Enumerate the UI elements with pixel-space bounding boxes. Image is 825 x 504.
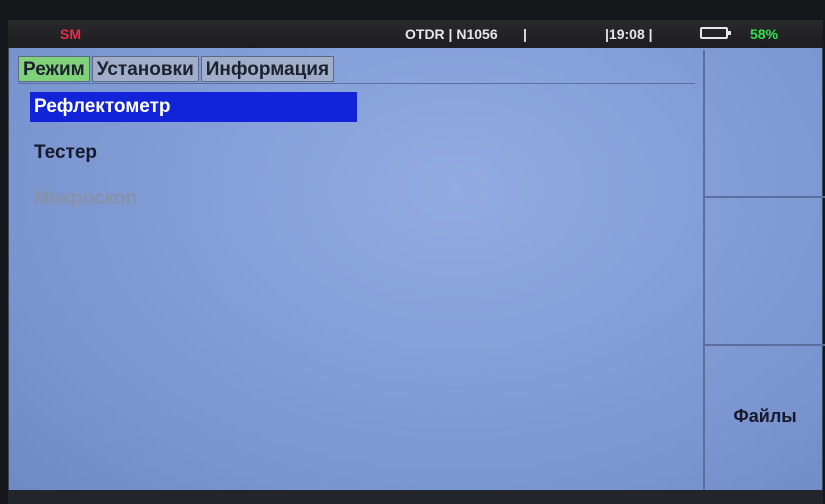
- mode-menu: Рефлектометр Тестер Микроскоп: [30, 92, 360, 230]
- menu-item-reflectometer[interactable]: Рефлектометр: [30, 92, 357, 122]
- clock: |19:08 |: [605, 26, 653, 42]
- tab-divider: [18, 83, 695, 84]
- softkey-1[interactable]: [705, 50, 825, 196]
- tab-info[interactable]: Информация: [200, 56, 335, 82]
- menu-item-microscope: Микроскоп: [34, 188, 137, 209]
- tab-settings[interactable]: Установки: [91, 56, 199, 82]
- status-bar: SM OTDR | N1056 | |19:08 | 58%: [8, 20, 823, 48]
- fiber-mode-indicator: SM: [60, 26, 81, 42]
- device-frame: SM OTDR | N1056 | |19:08 | 58% Режим Уст…: [0, 0, 825, 504]
- tab-bar: Режим Установки Информация: [18, 56, 336, 82]
- device-info: OTDR | N1056: [405, 26, 498, 42]
- softkey-2[interactable]: [705, 196, 825, 344]
- files-softkey-label: Файлы: [733, 406, 797, 426]
- softkey-panel: Файлы: [703, 50, 825, 490]
- status-separator: |: [523, 26, 527, 42]
- menu-item-tester[interactable]: Тестер: [30, 138, 360, 168]
- tab-mode[interactable]: Режим: [18, 56, 90, 82]
- battery-percent: 58%: [750, 26, 779, 42]
- bezel-bottom: [8, 490, 823, 504]
- files-softkey[interactable]: Файлы: [705, 344, 825, 490]
- battery-icon: [700, 27, 731, 39]
